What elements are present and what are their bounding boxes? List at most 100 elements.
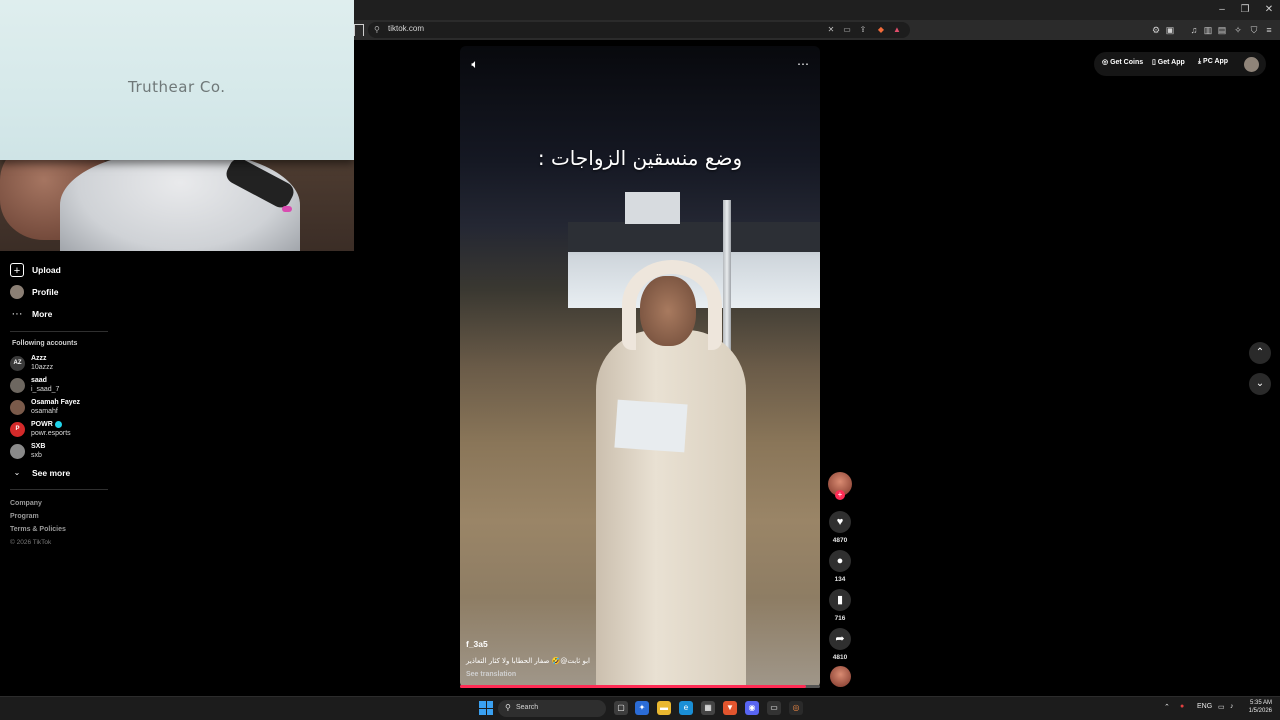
restore-button[interactable]: ❐ [1234, 3, 1256, 17]
speaker-icon[interactable]: ♪ [1230, 703, 1234, 710]
pc-app-button[interactable]: ⤓ PC App [1198, 58, 1228, 66]
start-button[interactable] [479, 701, 493, 715]
bookmark-icon[interactable] [354, 24, 364, 36]
get-app-button[interactable]: ▯ Get App [1152, 58, 1185, 66]
microphone-icon[interactable]: ● [1180, 703, 1184, 710]
video-progress-fill [460, 685, 806, 688]
see-translation-link[interactable]: See translation [466, 671, 516, 678]
sidebar-item-profile[interactable]: Profile [10, 284, 58, 300]
account-handle: sxb [31, 452, 42, 459]
task-view-icon[interactable]: ▢ [614, 701, 628, 715]
account-handle: powr.esports [31, 430, 71, 437]
account-item-osamah[interactable]: Osamah Fayez osamahf [10, 397, 80, 417]
footer-link-program[interactable]: Program [10, 513, 39, 520]
scene-paper [614, 399, 688, 453]
more-options-icon[interactable]: ⋯ [795, 56, 811, 72]
like-count: 4870 [832, 537, 848, 544]
share-icon[interactable]: ⇪ [858, 25, 868, 35]
account-name: Osamah Fayez [31, 399, 81, 406]
account-handle: osamahf [31, 408, 58, 415]
get-coins-button[interactable]: ◎ Get Coins [1102, 58, 1143, 66]
video-progress-bar[interactable] [460, 685, 820, 688]
account-avatar [10, 377, 25, 393]
browser-menu-icon[interactable]: ≡ [1263, 24, 1275, 36]
taskbar-search[interactable]: ⚲ Search [498, 700, 606, 717]
video-overlay-text: وضع منسقين الزواجات : [537, 146, 743, 170]
clock-time: 5:35 AM [1249, 700, 1272, 706]
share-arrow-icon[interactable]: ➦ [829, 628, 851, 650]
sidebar-item-label: Profile [32, 287, 59, 297]
heart-icon[interactable]: ♥ [829, 511, 851, 533]
footer-link-company[interactable]: Company [10, 500, 42, 507]
minimize-button[interactable]: – [1211, 3, 1233, 17]
windows-taskbar: ⚲ Search ▢ ✦ ▬ e ▦ ▼ ◉ ▭ ◎ ⌃ ● ENG ▭ ♪ 5… [0, 696, 1280, 720]
comment-action: ● 134 [829, 550, 851, 583]
see-more-button[interactable]: ⌄ See more [10, 465, 71, 481]
mic-light [282, 206, 292, 212]
mute-site-icon[interactable]: ✕ [826, 25, 836, 35]
copilot-icon[interactable]: ✦ [635, 701, 649, 715]
shield-icon[interactable]: ◆ [876, 25, 886, 35]
close-window-button[interactable]: ✕ [1258, 3, 1280, 17]
get-app-label: Get App [1157, 59, 1185, 66]
wallet-icon[interactable]: ▤ [1216, 24, 1228, 36]
rewards-icon[interactable]: ▲ [892, 25, 902, 35]
comment-icon[interactable]: ● [829, 550, 851, 572]
account-item-saad[interactable]: saad i_saad_7 [10, 375, 59, 395]
video-author[interactable]: f_3a5 [466, 639, 488, 649]
sidebar-item-more[interactable]: ··· More [10, 306, 53, 322]
brave-icon[interactable]: ▼ [723, 701, 737, 715]
save-action: ▮ 716 [829, 589, 851, 622]
video-caption[interactable]: ابو ثابت@🤣 صفار الحطابا ولا كثار التعاذي… [466, 657, 590, 665]
comment-count: 134 [834, 576, 846, 583]
store-icon[interactable]: ▦ [701, 701, 715, 715]
sound-disc[interactable] [830, 666, 851, 687]
next-video-button[interactable]: ⌄ [1249, 373, 1271, 395]
sidebar-item-label: More [32, 309, 53, 319]
sidebar-toggle-icon[interactable]: ▥ [1202, 24, 1214, 36]
share-action: ➦ 4810 [829, 628, 851, 661]
scene-building-roof [568, 222, 820, 252]
media-icon[interactable]: ♫ [1188, 24, 1200, 36]
account-avatar [10, 443, 25, 459]
account-item-azzz[interactable]: AZ Azzz 10azzz [10, 353, 53, 373]
leo-icon[interactable]: ✧ [1232, 24, 1244, 36]
account-item-sxb[interactable]: SXB sxb [10, 441, 45, 461]
account-handle: i_saad_7 [31, 386, 60, 393]
sidebar-item-upload[interactable]: + Upload [10, 262, 61, 278]
cast-icon[interactable]: ▭ [842, 25, 852, 35]
extensions-icon[interactable]: ⚙ [1150, 24, 1162, 36]
clock[interactable]: 5:35 AM 1/5/2026 [1244, 699, 1272, 715]
tray-chevron-icon[interactable]: ⌃ [1164, 703, 1170, 711]
user-avatar[interactable] [1244, 57, 1259, 72]
account-avatar: P [10, 421, 25, 437]
edge-icon[interactable]: e [679, 701, 693, 715]
volume-icon[interactable]: 🔈︎ [467, 56, 483, 72]
clock-date: 1/5/2026 [1248, 708, 1272, 714]
sidebar-divider [10, 331, 108, 332]
account-item-powr[interactable]: P POWR powr.esports [10, 419, 71, 439]
footer-link-terms[interactable]: Terms & Policies [10, 526, 66, 533]
like-action: ♥ 4870 [829, 511, 851, 544]
network-icon[interactable]: ▭ [1218, 703, 1225, 711]
discord-icon[interactable]: ◉ [745, 701, 759, 715]
scene-person [596, 330, 746, 688]
url-text[interactable]: tiktok.com [388, 24, 424, 33]
site-info-icon[interactable]: ⚲ [374, 25, 382, 34]
app-icon[interactable]: ▭ [767, 701, 781, 715]
sidebar-item-label: Upload [32, 265, 61, 275]
obs-icon[interactable]: ◎ [789, 701, 803, 715]
file-explorer-icon[interactable]: ▬ [657, 701, 671, 715]
follow-plus-icon[interactable]: + [835, 490, 845, 500]
vpn-icon[interactable]: ⛉ [1248, 24, 1260, 36]
product-box: Truthear Co. [0, 0, 354, 160]
webcam-overlay: Truthear Co. [0, 0, 354, 251]
product-box-text: Truthear Co. [128, 78, 226, 96]
get-coins-label: Get Coins [1110, 59, 1144, 66]
screenshot-icon[interactable]: ▣ [1164, 24, 1176, 36]
language-indicator[interactable]: ENG [1197, 703, 1212, 710]
previous-video-button[interactable]: ⌃ [1249, 342, 1271, 364]
account-handle: 10azzz [31, 364, 54, 371]
bookmark-save-icon[interactable]: ▮ [829, 589, 851, 611]
url-field[interactable]: ⚲ tiktok.com ✕ ▭ ⇪ ◆ ▲ [368, 22, 910, 38]
